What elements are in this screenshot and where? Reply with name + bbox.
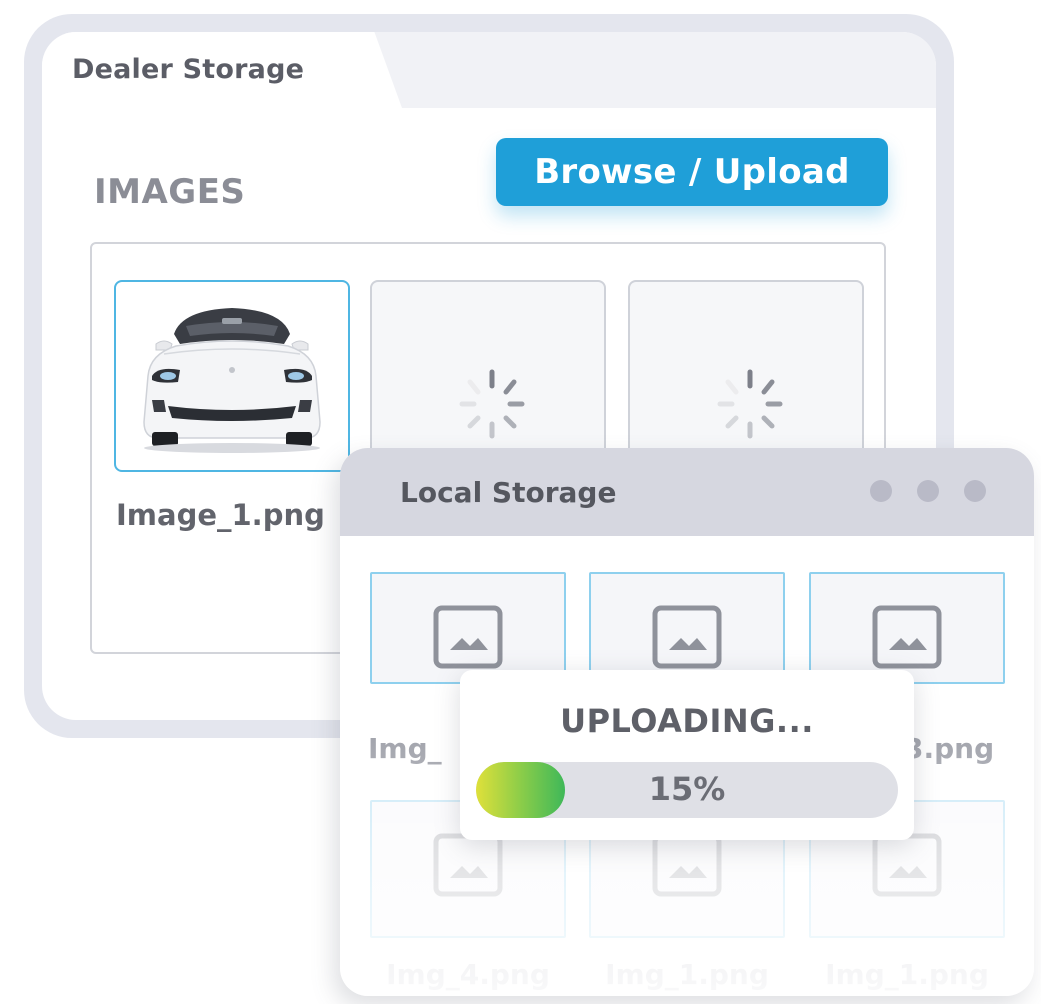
- car-photo: [143, 308, 321, 453]
- image-icon: [872, 605, 942, 669]
- local-file-name-5: Img_1.png: [605, 958, 769, 991]
- upload-progress-bar: 15%: [476, 762, 898, 818]
- image-thumbnail-1[interactable]: [114, 280, 350, 472]
- image-icon: [652, 833, 722, 897]
- spinner-icon: [717, 369, 783, 439]
- dealer-storage-header: Dealer Storage: [42, 32, 936, 108]
- image-icon: [433, 605, 503, 669]
- dealer-storage-tab-edge: [356, 32, 402, 108]
- local-file-name-3: 3.png: [904, 732, 995, 765]
- local-file-tile-3[interactable]: [809, 572, 1005, 684]
- image-thumbnail-2[interactable]: [370, 280, 606, 472]
- images-section-label: IMAGES: [94, 172, 246, 212]
- dealer-storage-title: Dealer Storage: [72, 54, 305, 85]
- local-storage-title: Local Storage: [400, 476, 617, 509]
- window-dot-button-2[interactable]: [917, 480, 939, 502]
- image-thumbnail-1-filename: Image_1.png: [116, 498, 325, 532]
- image-icon: [872, 833, 942, 897]
- local-storage-header: Local Storage: [340, 448, 1034, 536]
- local-file-name-6: Img_1.png: [825, 958, 989, 991]
- image-thumbnail-3[interactable]: [628, 280, 864, 472]
- upload-progress-popup: UPLOADING... 15%: [460, 670, 914, 840]
- image-icon: [652, 605, 722, 669]
- local-file-name-4: Img_4.png: [386, 958, 550, 991]
- window-dot-button-3[interactable]: [964, 480, 986, 502]
- local-file-tile-2[interactable]: [589, 572, 785, 684]
- image-icon: [433, 833, 503, 897]
- upload-progress-text: 15%: [648, 770, 726, 808]
- spinner-icon: [459, 369, 525, 439]
- uploading-label: UPLOADING...: [560, 702, 814, 740]
- browse-upload-button[interactable]: Browse / Upload: [496, 138, 888, 206]
- local-file-tile-1[interactable]: [370, 572, 566, 684]
- window-dot-button-1[interactable]: [870, 480, 892, 502]
